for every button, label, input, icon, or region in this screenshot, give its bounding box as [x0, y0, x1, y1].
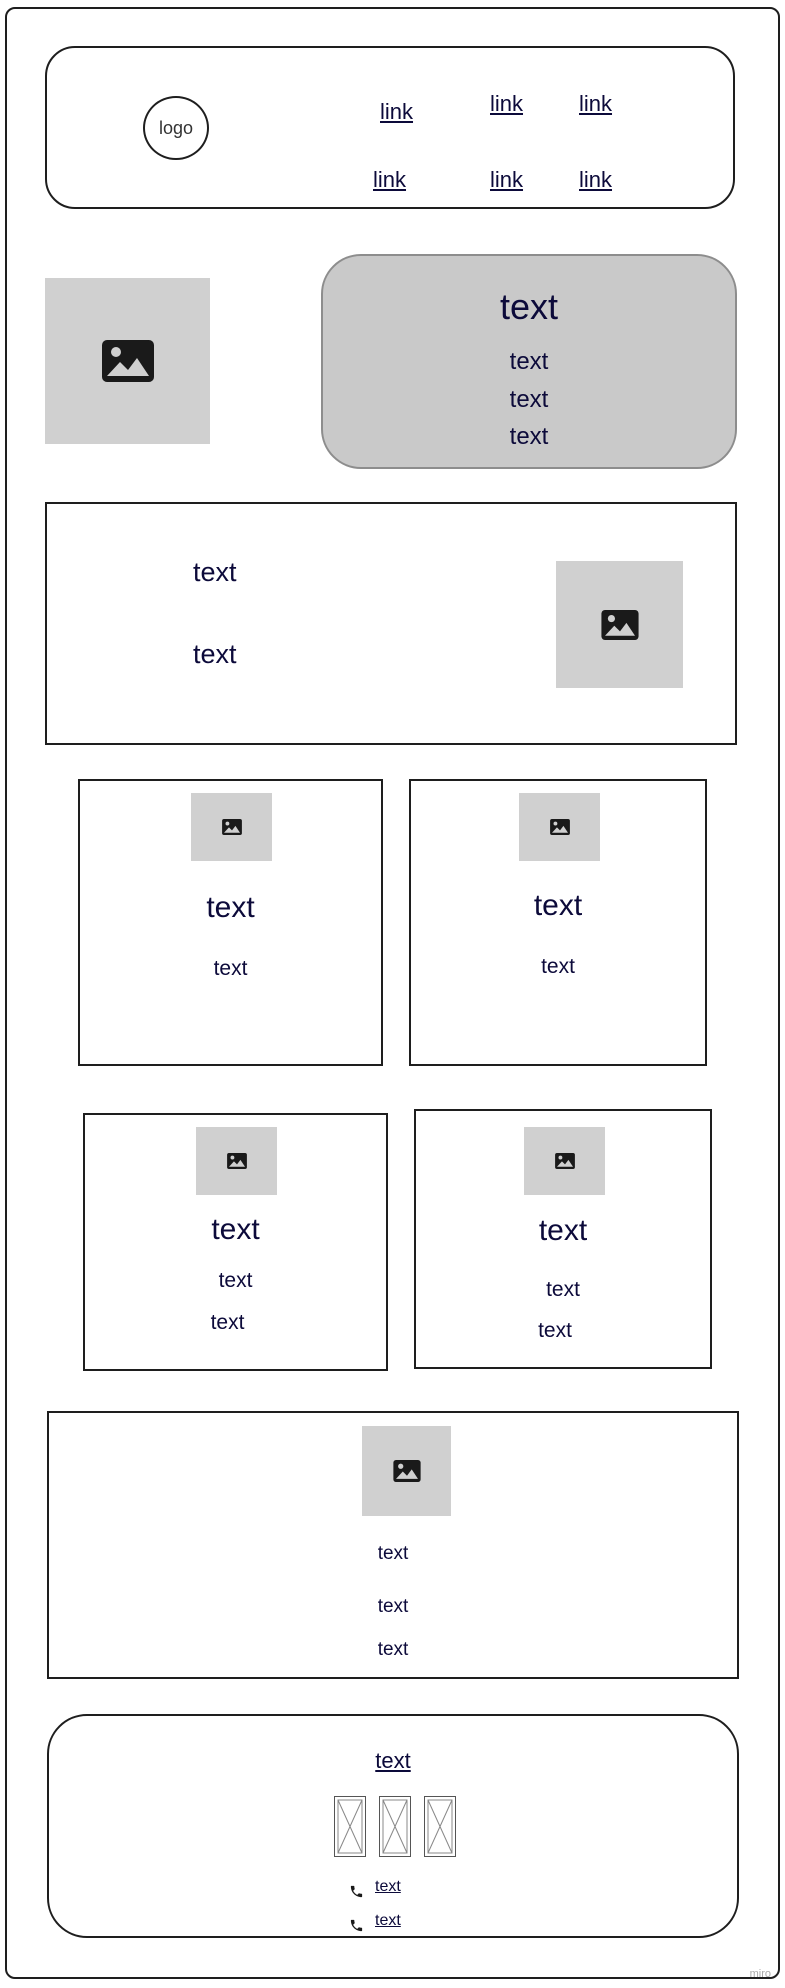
contact-row-1: text	[349, 1878, 469, 1900]
hero-image	[45, 278, 210, 444]
logo-text: logo	[158, 117, 194, 138]
feature-image	[556, 561, 683, 688]
phone-icon	[350, 1919, 363, 1932]
image-icon	[226, 1153, 247, 1169]
card-3-image	[196, 1127, 277, 1195]
card-2-image	[519, 793, 600, 861]
feature-section: text text	[45, 502, 737, 745]
card-2-title: text	[533, 889, 583, 922]
placeholder-x-icon[interactable]	[379, 1796, 411, 1857]
phone-icon	[350, 1885, 363, 1898]
nav-link-3[interactable]: link	[579, 91, 612, 117]
card-1-image	[191, 793, 272, 861]
image-icon	[549, 819, 570, 835]
card-2-line-1: text	[541, 955, 575, 978]
placeholder-x-icon[interactable]	[334, 1796, 366, 1857]
hero-card: text text text text	[321, 254, 737, 469]
image-icon	[554, 1153, 575, 1169]
card-3-title: text	[211, 1213, 260, 1246]
wide-line-2: text	[377, 1596, 409, 1617]
feature-line-1: text	[193, 557, 237, 587]
feature-line-2: text	[193, 639, 237, 669]
placeholder-x-icon[interactable]	[424, 1796, 456, 1857]
image-icon	[221, 819, 242, 835]
card-1-line-1: text	[213, 957, 248, 980]
contact-link-1[interactable]: text	[375, 1878, 401, 1896]
card-2: text text	[409, 779, 707, 1066]
footer-title-link[interactable]: text	[49, 1748, 737, 1774]
card-4-title: text	[538, 1214, 588, 1247]
watermark: miro	[749, 1968, 771, 1980]
wide-line-3: text	[377, 1639, 409, 1660]
logo[interactable]: logo	[143, 96, 209, 160]
nav-link-6[interactable]: link	[579, 167, 612, 193]
image-icon	[600, 609, 639, 640]
card-1-title: text	[206, 891, 255, 924]
contact-row-2: text	[349, 1912, 469, 1934]
wide-section-image	[362, 1426, 451, 1516]
nav-link-4[interactable]: link	[373, 167, 406, 193]
nav-link-2[interactable]: link	[490, 91, 523, 117]
image-icon	[101, 340, 154, 382]
hero-line-1: text	[509, 348, 549, 375]
wide-line-1: text	[377, 1543, 409, 1564]
card-4-line-1: text	[546, 1278, 580, 1301]
contact-link-2[interactable]: text	[375, 1912, 401, 1930]
hero-line-2: text	[509, 386, 549, 413]
image-icon	[392, 1460, 421, 1482]
card-4-image	[524, 1127, 605, 1195]
card-3: text text text	[83, 1113, 388, 1371]
wide-section: text text text	[47, 1411, 739, 1679]
card-3-line-1: text	[218, 1269, 253, 1292]
hero-title: text	[499, 286, 559, 327]
card-3-line-2: text	[210, 1311, 245, 1334]
nav-link-5[interactable]: link	[490, 167, 523, 193]
card-4-line-2: text	[538, 1319, 572, 1342]
card-1: text text	[78, 779, 383, 1066]
card-4: text text text	[414, 1109, 712, 1369]
nav-link-1[interactable]: link	[380, 99, 413, 125]
footer: text text text	[47, 1714, 739, 1938]
hero-line-3: text	[509, 423, 549, 450]
